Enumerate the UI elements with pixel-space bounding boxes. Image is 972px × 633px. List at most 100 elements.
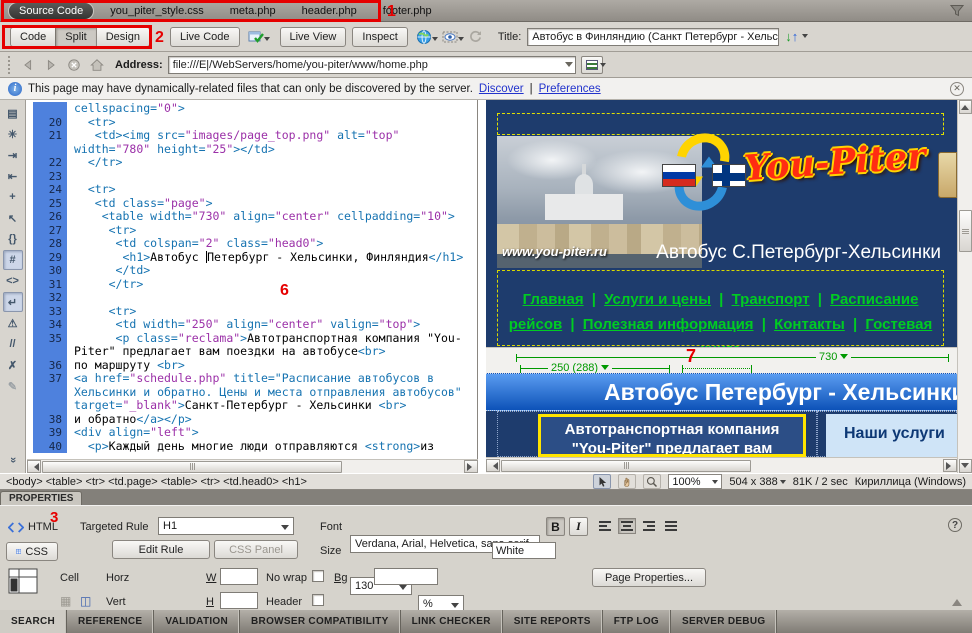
scroll-left-icon[interactable] <box>486 459 500 472</box>
results-tab-site-reports[interactable]: SITE REPORTS <box>503 610 603 633</box>
code-view-button[interactable]: Code <box>10 27 56 47</box>
preferences-link[interactable]: Preferences <box>539 83 601 95</box>
design-horizontal-scrollbar[interactable] <box>486 457 957 473</box>
related-file-tab[interactable]: header.php <box>300 3 359 19</box>
syntax-error-alerts-icon[interactable]: ⚠ <box>3 313 23 333</box>
forward-icon[interactable] <box>42 56 60 74</box>
window-size-select[interactable]: 504 x 388 <box>729 476 785 488</box>
results-tab-search[interactable]: SEARCH <box>0 610 67 633</box>
collapse-full-tag-icon[interactable]: ⇥ <box>3 145 23 165</box>
code-view-pane[interactable]: cellspacing="0">20 <tr>21 <td><img src="… <box>27 100 478 473</box>
code-editor[interactable]: cellspacing="0">20 <tr>21 <td><img src="… <box>27 100 477 459</box>
discover-link[interactable]: Discover <box>479 83 524 95</box>
file-management-icon[interactable]: ↓↑ <box>785 29 804 44</box>
scroll-down-icon[interactable] <box>959 459 972 473</box>
table-width-label[interactable]: 730 <box>816 350 851 363</box>
source-code-tab[interactable]: Source Code <box>8 2 94 20</box>
code-line[interactable]: </tr> <box>67 156 477 170</box>
home-icon[interactable] <box>88 56 106 74</box>
bg-color-field[interactable] <box>374 568 438 585</box>
preview-in-browser-icon[interactable] <box>414 27 434 47</box>
check-page-icon[interactable] <box>246 27 266 47</box>
code-line[interactable]: <td width="250" align="center" valign="t… <box>67 318 477 332</box>
code-line[interactable]: </td> <box>67 264 477 278</box>
code-line[interactable]: <p>Каждый день многие люди отправляются … <box>67 440 477 454</box>
width-field[interactable] <box>220 568 258 585</box>
help-icon[interactable]: ? <box>948 518 962 532</box>
back-icon[interactable] <box>19 56 37 74</box>
split-view-button[interactable]: Split <box>55 27 96 47</box>
select-parent-tag-icon[interactable]: ↖ <box>3 208 23 228</box>
show-more-icon[interactable]: » <box>3 450 23 470</box>
design-h1-banner[interactable]: Автобус Петербург - Хельсинки <box>486 373 957 411</box>
menu-link[interactable]: Транспорт <box>732 291 810 308</box>
page-properties-button[interactable]: Page Properties... <box>592 568 706 587</box>
design-vertical-scrollbar[interactable] <box>957 100 972 473</box>
magnification-select[interactable]: 100% <box>668 474 722 489</box>
word-wrap-icon[interactable]: ↵ <box>3 292 23 312</box>
code-line[interactable]: cellspacing="0"> <box>67 102 477 116</box>
live-view-button[interactable]: Live View <box>280 27 347 47</box>
code-line[interactable]: <tr> <box>67 224 477 238</box>
stop-icon[interactable] <box>65 56 83 74</box>
code-line[interactable]: и обратно</a></p> <box>67 413 477 427</box>
split-cell-icon[interactable]: ◫ <box>80 594 91 608</box>
scroll-right-icon[interactable] <box>943 459 957 472</box>
results-tab-ftp-log[interactable]: FTP LOG <box>603 610 671 633</box>
align-center-icon[interactable] <box>618 518 636 534</box>
italic-button[interactable]: I <box>569 517 588 536</box>
results-tab-browser-compatibility[interactable]: BROWSER COMPATIBILITY <box>240 610 401 633</box>
balance-braces-icon[interactable]: {} <box>3 229 23 249</box>
code-line[interactable]: <tr> <box>67 183 477 197</box>
related-file-tab[interactable]: meta.php <box>228 3 278 19</box>
menu-link[interactable]: Контакты <box>774 316 845 333</box>
text-color-field[interactable]: White <box>492 542 556 559</box>
show-code-navigator-icon[interactable]: ✳ <box>3 124 23 144</box>
zoom-tool-icon[interactable] <box>643 474 661 489</box>
scrollbar-thumb[interactable] <box>959 210 972 252</box>
hand-tool-icon[interactable] <box>618 474 636 489</box>
results-tab-validation[interactable]: VALIDATION <box>154 610 240 633</box>
css-mode-button[interactable]: CSS <box>6 542 58 561</box>
code-line[interactable]: <p class="reclama">Автотранспортная комп… <box>67 332 477 359</box>
tag-selector[interactable]: <body> <table> <tr> <td.page> <table> <t… <box>6 476 307 488</box>
line-numbers-icon[interactable]: # <box>3 250 23 270</box>
address-input[interactable]: file:///E|/WebServers/home/you-piter/www… <box>168 56 576 74</box>
view-options-icon[interactable] <box>581 56 603 74</box>
height-field[interactable] <box>220 592 258 609</box>
scroll-right-icon[interactable] <box>464 460 478 473</box>
filter-icon[interactable] <box>950 3 964 21</box>
code-line[interactable]: <tr> <box>67 305 477 319</box>
scroll-up-icon[interactable] <box>959 100 972 114</box>
design-canvas[interactable]: You-Piter www.you-piter.ru Автобус С.Пет… <box>486 100 957 457</box>
collapse-panel-icon[interactable] <box>952 594 962 606</box>
targeted-rule-select[interactable]: H1 <box>158 517 294 535</box>
merge-cells-icon[interactable]: ▦ <box>60 594 71 608</box>
inspect-button[interactable]: Inspect <box>352 27 407 47</box>
justify-icon[interactable] <box>662 518 680 534</box>
scroll-left-icon[interactable] <box>27 460 41 473</box>
remove-comment-icon[interactable]: ✗ <box>3 355 23 375</box>
open-documents-icon[interactable]: ▤ <box>3 103 23 123</box>
highlight-invalid-code-icon[interactable]: <> <box>3 271 23 291</box>
results-tab-reference[interactable]: REFERENCE <box>67 610 154 633</box>
results-tab-link-checker[interactable]: LINK CHECKER <box>401 610 503 633</box>
header-checkbox[interactable] <box>312 594 324 606</box>
bold-button[interactable]: B <box>546 517 565 536</box>
menu-link[interactable]: Главная <box>523 291 584 308</box>
code-line[interactable]: <h1>Автобус Петербург - Хельсинки, Финля… <box>67 251 477 265</box>
address-dropdown-icon[interactable] <box>565 62 573 71</box>
format-source-code-icon[interactable]: ✎ <box>3 376 23 396</box>
reclama-box[interactable]: Автотранспортная компания "You-Piter" пр… <box>538 414 806 457</box>
code-line[interactable]: <td class="page"> <box>67 197 477 211</box>
edit-rule-button[interactable]: Edit Rule <box>112 540 210 559</box>
align-left-icon[interactable] <box>596 518 614 534</box>
select-tool-icon[interactable] <box>593 474 611 489</box>
scrollbar-thumb[interactable] <box>42 461 342 473</box>
results-tab-server-debug[interactable]: SERVER DEBUG <box>671 610 777 633</box>
properties-tab[interactable]: PROPERTIES <box>0 491 82 505</box>
title-input[interactable]: Автобус в Финляндию (Санкт Петербург - Х… <box>527 28 779 46</box>
code-line[interactable]: <a href="schedule.php" title="Расписание… <box>67 372 477 413</box>
page-top-row[interactable] <box>497 113 944 135</box>
menu-link[interactable]: Полезная информация <box>583 316 754 333</box>
